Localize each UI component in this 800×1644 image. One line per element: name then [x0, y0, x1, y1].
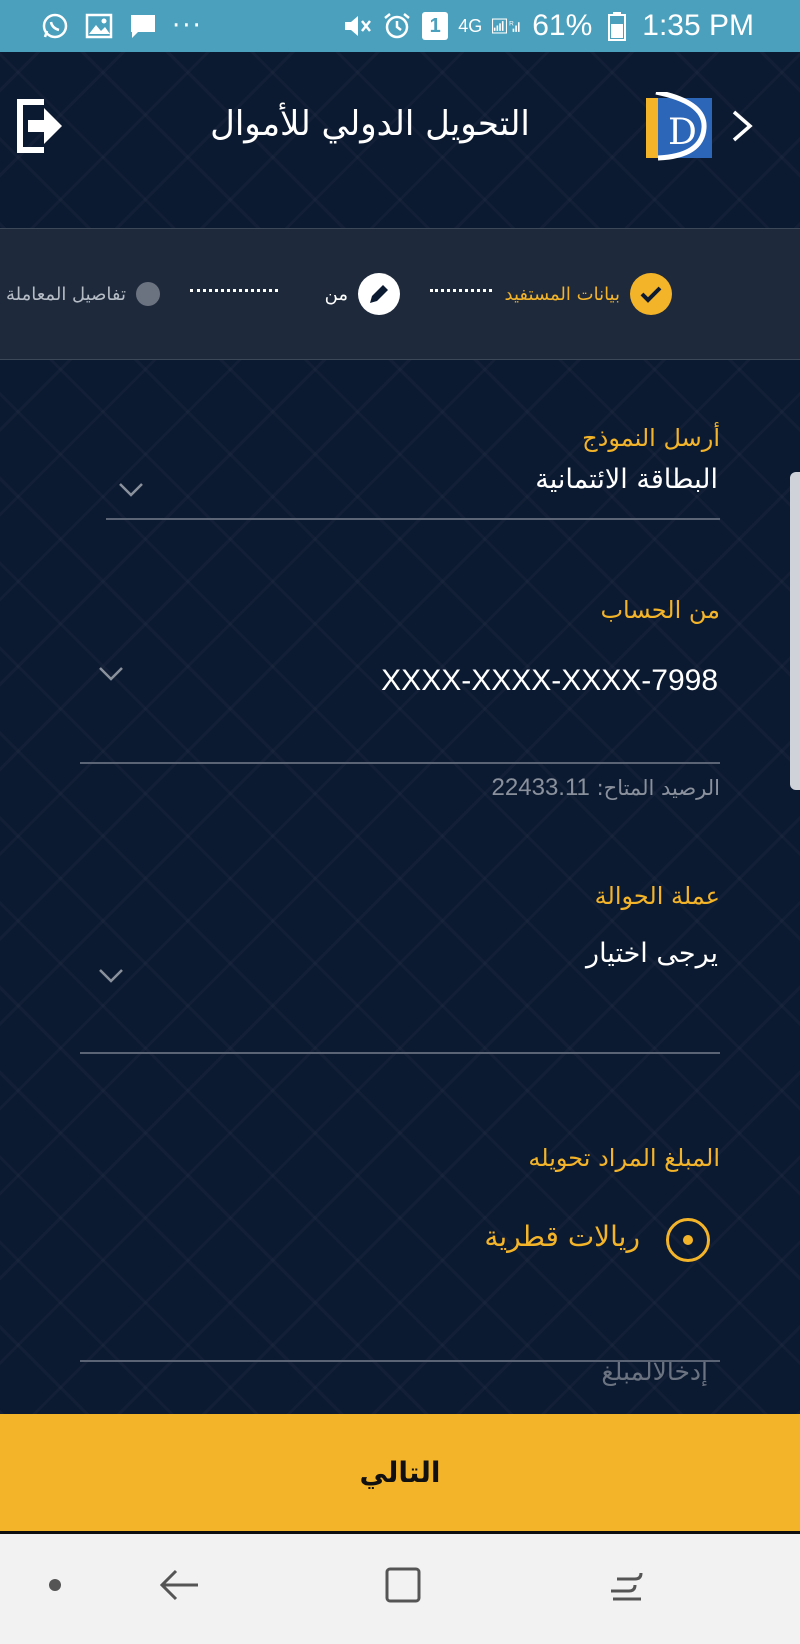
scrollbar[interactable] — [790, 472, 800, 790]
system-nav-bar — [0, 1534, 800, 1644]
alarm-icon — [382, 11, 412, 41]
dot-indicator-icon[interactable] — [30, 1560, 80, 1610]
progress-stepper: بيانات المستفيد من تفاصيل المعاملة — [0, 228, 800, 360]
balance-label: الرصيد المتاح: — [596, 776, 720, 800]
chevron-right-icon[interactable] — [728, 106, 758, 146]
from-account-underline — [80, 762, 720, 764]
more-notifications: ··· — [172, 11, 203, 41]
clock: 1:35 PM — [642, 9, 754, 42]
step-from-label: من — [324, 283, 348, 305]
app-screen: التحويل الدولي للأموال D بيانات المستفيد… — [0, 52, 800, 1414]
chevron-down-icon[interactable] — [96, 664, 126, 684]
amount-underline — [80, 1360, 720, 1362]
step-beneficiary-label: بيانات المستفيد — [504, 283, 620, 305]
page-title: التحويل الدولي للأموال — [210, 104, 530, 144]
balance-value: 22433.11 — [491, 774, 590, 801]
qar-radio[interactable] — [666, 1218, 710, 1262]
template-select[interactable]: البطاقة الائتمانية — [535, 464, 718, 495]
amount-label: المبلغ المراد تحويله — [528, 1144, 720, 1172]
svg-text:R: R — [509, 20, 514, 27]
recents-icon[interactable] — [602, 1560, 652, 1610]
message-icon — [128, 11, 158, 41]
next-button[interactable]: التالي — [0, 1414, 800, 1534]
back-icon[interactable] — [155, 1560, 205, 1610]
network-type: 4G — [458, 15, 483, 36]
logout-icon — [17, 99, 62, 153]
logout-button[interactable] — [14, 96, 66, 156]
logo-letter: D — [668, 112, 697, 153]
step-connector — [430, 289, 492, 293]
whatsapp-icon — [40, 11, 70, 41]
step-beneficiary: بيانات المستفيد — [505, 229, 672, 359]
step-transaction-details: تفاصيل المعاملة — [6, 229, 160, 359]
status-bar: ··· 1 4G R 61% 1:35 PM — [0, 0, 800, 52]
notification-count-badge: 1 — [422, 12, 449, 40]
available-balance: الرصيد المتاح: 22433.11 — [492, 774, 720, 802]
battery-icon — [602, 11, 632, 41]
gallery-icon — [84, 11, 114, 41]
currency-select[interactable]: يرجى اختيار — [586, 938, 718, 969]
currency-underline — [80, 1052, 720, 1054]
bank-logo: D — [646, 89, 714, 164]
template-underline — [106, 518, 720, 520]
step-from: من — [325, 229, 400, 359]
qar-radio-label[interactable]: ريالات قطرية — [484, 1220, 640, 1253]
signal-icon: R — [492, 11, 522, 41]
template-label: أرسل النموذج — [582, 424, 720, 452]
header: التحويل الدولي للأموال D — [0, 52, 800, 228]
battery-percent: 61% — [532, 9, 593, 42]
currency-label: عملة الحوالة — [594, 882, 720, 910]
edit-icon — [358, 273, 400, 315]
mute-icon — [342, 11, 372, 41]
step-details-label: تفاصيل المعاملة — [6, 283, 126, 305]
chevron-down-icon[interactable] — [96, 966, 126, 986]
from-account-label: من الحساب — [600, 596, 720, 624]
home-icon[interactable] — [378, 1560, 428, 1610]
chevron-down-icon[interactable] — [116, 480, 146, 500]
step-pending-dot — [136, 282, 160, 306]
step-connector — [190, 289, 278, 293]
check-icon — [630, 273, 672, 315]
from-account-select[interactable]: XXXX-XXXX-XXXX-7998 — [381, 664, 718, 698]
